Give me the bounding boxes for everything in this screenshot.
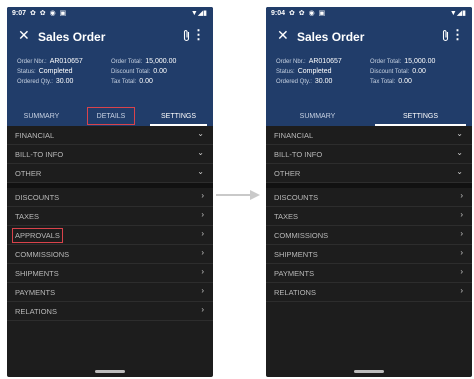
chevron-right-icon: ›: [201, 305, 204, 314]
list-item-commissions[interactable]: COMMISSIONS ›: [7, 245, 213, 264]
chevron-right-icon: ›: [201, 210, 204, 219]
page-title: Sales Order: [38, 30, 106, 44]
chevron-right-icon: ›: [201, 229, 204, 238]
order-nbr-value: AR010657: [308, 58, 342, 65]
signal-battery-icon: ▼◢▮: [449, 10, 466, 17]
notification-icons: ✿ ✿ ◉ ▣: [289, 10, 327, 17]
discount-total-value: 0.00: [412, 68, 426, 75]
list-item-payments[interactable]: PAYMENTS ›: [7, 283, 213, 302]
discount-total-value: 0.00: [153, 68, 167, 75]
paperclip-icon[interactable]: [182, 29, 191, 47]
order-totals-right: Order Total: 15,000.00 Discount Total: 0.0…: [370, 58, 436, 85]
chevron-down-icon: ⌄: [197, 167, 204, 176]
order-total-value: 15,000.00: [404, 58, 436, 65]
list-item-payments[interactable]: PAYMENTS ›: [266, 264, 472, 283]
list-item-bill-to-info[interactable]: BILL-TO INFO ⌄: [266, 145, 472, 164]
app-bar: 9:07 ✿ ✿ ◉ ▣ ▼◢▮ ✕ Sales Order ⋮ Order N…: [7, 7, 213, 126]
list-item-financial[interactable]: FINANCIAL ⌄: [7, 126, 213, 145]
chevron-right-icon: ›: [460, 286, 463, 295]
tab-summary[interactable]: SUMMARY: [266, 106, 369, 126]
status-time: 9:04: [271, 10, 286, 17]
tab-bar: SUMMARY DETAILS SETTINGS: [7, 106, 213, 126]
notification-icons: ✿ ✿ ◉ ▣: [30, 10, 68, 17]
list-item-shipments[interactable]: SHIPMENTS ›: [266, 245, 472, 264]
list-item-approvals[interactable]: APPROVALS ›: [7, 226, 213, 245]
chevron-right-icon: ›: [460, 229, 463, 238]
list-item-relations[interactable]: RELATIONS ›: [266, 283, 472, 302]
list-item-commissions[interactable]: COMMISSIONS ›: [266, 226, 472, 245]
tax-total-value: 0.00: [139, 78, 153, 85]
tab-settings[interactable]: SETTINGS: [369, 106, 472, 126]
list-item-shipments[interactable]: SHIPMENTS ›: [7, 264, 213, 283]
tab-bar: SUMMARY SETTINGS: [266, 106, 472, 126]
status-value: Completed: [297, 68, 332, 75]
status-bar: 9:04 ✿ ✿ ◉ ▣ ▼◢▮: [266, 7, 472, 23]
chevron-right-icon: ›: [460, 191, 463, 200]
chevron-down-icon: ⌄: [456, 129, 463, 138]
list-item-bill-to-info[interactable]: BILL-TO INFO ⌄: [7, 145, 213, 164]
list-item-other[interactable]: OTHER ⌄: [7, 164, 213, 183]
settings-list: FINANCIAL ⌄ BILL-TO INFO ⌄ OTHER ⌄ DISCOUNT…: [7, 126, 213, 321]
chevron-right-icon: ›: [460, 210, 463, 219]
arrow-right-icon: [216, 190, 260, 200]
signal-battery-icon: ▼◢▮: [190, 10, 207, 17]
status-time: 9:07: [12, 10, 27, 17]
order-info-left: Order Nbr.: AR010657 Status: Completed Ord…: [17, 58, 83, 85]
status-value: Completed: [38, 68, 73, 75]
chevron-right-icon: ›: [201, 267, 204, 276]
title-bar: ✕ Sales Order ⋮: [266, 23, 472, 53]
chevron-down-icon: ⌄: [456, 167, 463, 176]
tab-details[interactable]: DETAILS: [86, 106, 136, 126]
list-item-discounts[interactable]: DISCOUNTS ›: [7, 188, 213, 207]
order-total-value: 15,000.00: [145, 58, 177, 65]
chevron-down-icon: ⌄: [197, 129, 204, 138]
ordered-qty-value: 30.00: [55, 78, 74, 85]
chevron-right-icon: ›: [201, 248, 204, 257]
close-icon[interactable]: ✕: [277, 27, 289, 44]
title-bar: ✕ Sales Order ⋮: [7, 23, 213, 53]
page-title: Sales Order: [297, 30, 365, 44]
more-vert-icon[interactable]: ⋮: [451, 27, 464, 43]
tab-settings[interactable]: SETTINGS: [144, 106, 213, 126]
settings-list: FINANCIAL ⌄ BILL-TO INFO ⌄ OTHER ⌄ DISCOUNT…: [266, 126, 472, 302]
tax-total-value: 0.00: [398, 78, 412, 85]
order-totals-left: Order Total: 15,000.00 Discount Total: 0.0…: [111, 58, 177, 85]
order-info-left: Order Nbr.: AR010657 Status: Completed Ord…: [276, 58, 342, 85]
chevron-down-icon: ⌄: [456, 148, 463, 157]
more-vert-icon[interactable]: ⋮: [192, 27, 205, 43]
phone-screen-after: 9:04 ✿ ✿ ◉ ▣ ▼◢▮ ✕ Sales Order ⋮ Order N…: [266, 7, 472, 377]
list-item-taxes[interactable]: TAXES ›: [266, 207, 472, 226]
chevron-down-icon: ⌄: [197, 148, 204, 157]
gesture-bar: [266, 370, 472, 373]
status-bar: 9:07 ✿ ✿ ◉ ▣ ▼◢▮: [7, 7, 213, 23]
gesture-bar: [7, 370, 213, 373]
list-item-relations[interactable]: RELATIONS ›: [7, 302, 213, 321]
list-item-financial[interactable]: FINANCIAL ⌄: [266, 126, 472, 145]
list-item-other[interactable]: OTHER ⌄: [266, 164, 472, 183]
chevron-right-icon: ›: [460, 267, 463, 276]
list-item-taxes[interactable]: TAXES ›: [7, 207, 213, 226]
order-nbr-value: AR010657: [49, 58, 83, 65]
chevron-right-icon: ›: [201, 286, 204, 295]
chevron-right-icon: ›: [460, 248, 463, 257]
close-icon[interactable]: ✕: [18, 27, 30, 44]
ordered-qty-value: 30.00: [314, 78, 333, 85]
phone-screen-before: 9:07 ✿ ✿ ◉ ▣ ▼◢▮ ✕ Sales Order ⋮ Order N…: [7, 7, 213, 377]
tab-summary[interactable]: SUMMARY: [7, 106, 76, 126]
paperclip-icon[interactable]: [441, 29, 450, 47]
list-item-discounts[interactable]: DISCOUNTS ›: [266, 188, 472, 207]
chevron-right-icon: ›: [201, 191, 204, 200]
app-bar: 9:04 ✿ ✿ ◉ ▣ ▼◢▮ ✕ Sales Order ⋮ Order N…: [266, 7, 472, 126]
